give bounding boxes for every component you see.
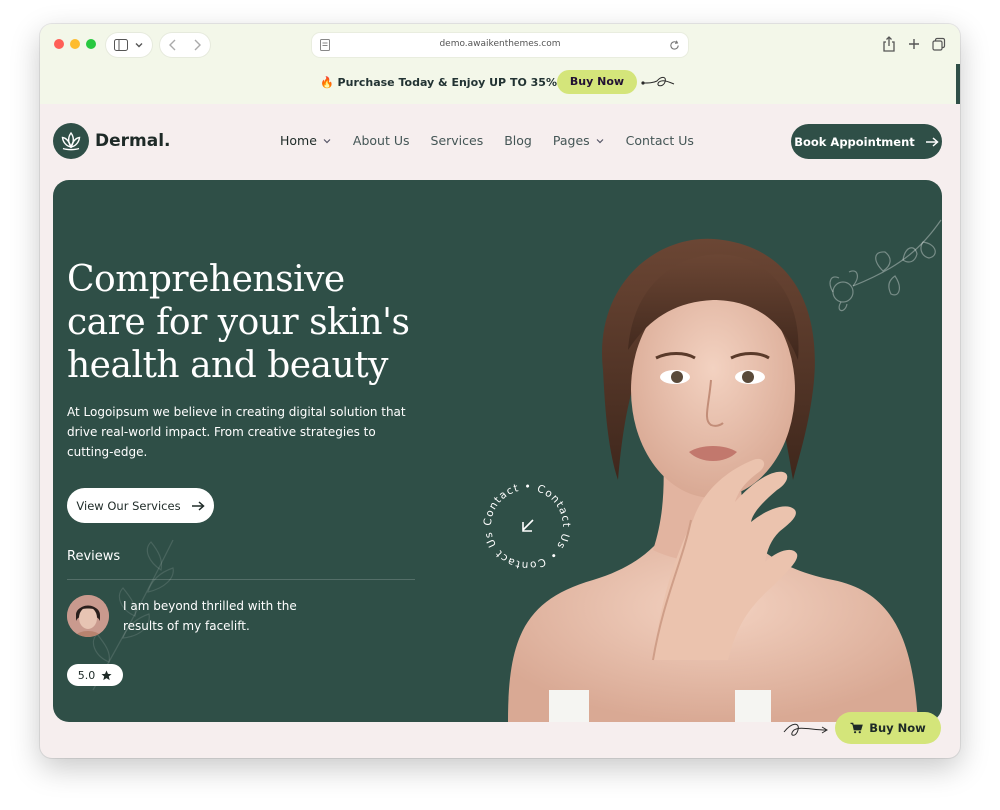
menu-item-label: Contact Us: [625, 133, 694, 148]
menu-item-services[interactable]: Services: [431, 133, 484, 148]
review-quote: I am beyond thrilled with the results of…: [123, 599, 297, 633]
chevron-down-icon: [135, 43, 143, 48]
rating-badge: 5.0: [67, 664, 123, 686]
menu-item-label: Home: [280, 133, 317, 148]
view-services-label: View Our Services: [76, 498, 181, 513]
promo-bar: 🔥 Purchase Today & Enjoy UP TO 35% Off B…: [40, 64, 960, 104]
svg-text:Contact • Contact Us • Contact: Contact • Contact Us • Contact Us •: [477, 476, 572, 571]
fire-icon: 🔥: [320, 76, 334, 89]
reload-icon[interactable]: [669, 40, 680, 51]
window-controls: [54, 39, 96, 49]
site-header: Dermal. Home About Us Services Blog Page…: [40, 104, 960, 180]
hero-description: At Logoipsum we believe in creating digi…: [67, 405, 406, 459]
hero-title: Comprehensive care for your skin's healt…: [67, 258, 427, 387]
menu-item-home[interactable]: Home: [280, 133, 332, 148]
book-appointment-label: Book Appointment: [794, 134, 915, 149]
contact-badge-text: Contact • Contact Us • Contact Us •: [477, 476, 571, 571]
browser-toolbar: demo.awaikenthemes.com: [40, 24, 960, 64]
forward-arrow-icon[interactable]: [192, 39, 202, 51]
minimize-window-button[interactable]: [70, 39, 80, 49]
menu-item-label: Pages: [552, 133, 590, 148]
maximize-window-button[interactable]: [86, 39, 96, 49]
rating-value: 5.0: [77, 668, 96, 682]
menu-item-contact[interactable]: Contact Us: [626, 133, 694, 148]
promo-text-wrap: 🔥 Purchase Today & Enjoy UP TO 35% Off: [320, 76, 579, 89]
cart-icon: [850, 722, 864, 734]
promo-text: Purchase Today & Enjoy UP TO 35% Off: [337, 76, 580, 89]
sidebar-toggle-button[interactable]: [106, 33, 152, 57]
floating-buy-now-button[interactable]: Buy Now: [835, 712, 941, 744]
view-services-button[interactable]: View Our Services: [67, 488, 214, 523]
lotus-logo-icon[interactable]: [53, 123, 89, 159]
new-tab-icon[interactable]: [908, 36, 920, 52]
divider: [67, 579, 415, 580]
browser-window: demo.awaikenthemes.com 🔥 Purchase Today …: [40, 24, 960, 758]
sidebar-icon: [114, 39, 128, 51]
chevron-down-icon: [596, 138, 604, 143]
address-bar[interactable]: demo.awaikenthemes.com: [312, 33, 688, 57]
hero-title-line: care for your skin's: [67, 302, 410, 343]
menu-item-label: Services: [430, 133, 484, 148]
squiggle-arrow-icon: [783, 723, 828, 736]
hero-title-line: health and beauty: [67, 345, 389, 386]
menu-item-pages[interactable]: Pages: [553, 133, 605, 148]
reviews-heading: Reviews: [67, 549, 121, 564]
arrow-right-icon: [191, 500, 205, 511]
floral-decoration-icon: [829, 219, 942, 312]
squiggle-arrow-icon: [641, 76, 675, 87]
hero-title-line: Comprehensive: [67, 259, 345, 300]
history-nav: [160, 33, 210, 57]
book-appointment-button[interactable]: Book Appointment: [791, 124, 942, 159]
menu-item-label: About Us: [352, 133, 410, 148]
close-window-button[interactable]: [54, 39, 64, 49]
menu-item-label: Blog: [504, 133, 532, 148]
main-menu: Home About Us Services Blog Pages Contac…: [280, 133, 694, 148]
arrow-right-icon: [925, 136, 939, 147]
chevron-down-icon: [323, 138, 331, 143]
promo-buy-now-button[interactable]: Buy Now: [557, 70, 637, 94]
back-arrow-icon[interactable]: [168, 39, 178, 51]
hero-section: Comprehensive care for your skin's healt…: [53, 180, 942, 722]
star-icon: [101, 669, 112, 680]
arrow-down-left-icon: [522, 519, 534, 532]
brand-name[interactable]: Dermal.: [95, 131, 171, 151]
contact-us-badge[interactable]: Contact • Contact Us • Contact Us •: [477, 476, 577, 576]
reviewer-avatar: [67, 595, 109, 637]
share-icon[interactable]: [882, 36, 896, 52]
url-text: demo.awaikenthemes.com: [439, 39, 561, 49]
floating-buy-now-label: Buy Now: [869, 721, 926, 735]
menu-item-blog[interactable]: Blog: [504, 133, 532, 148]
menu-item-about[interactable]: About Us: [353, 133, 410, 148]
tab-overview-icon[interactable]: [932, 36, 946, 52]
